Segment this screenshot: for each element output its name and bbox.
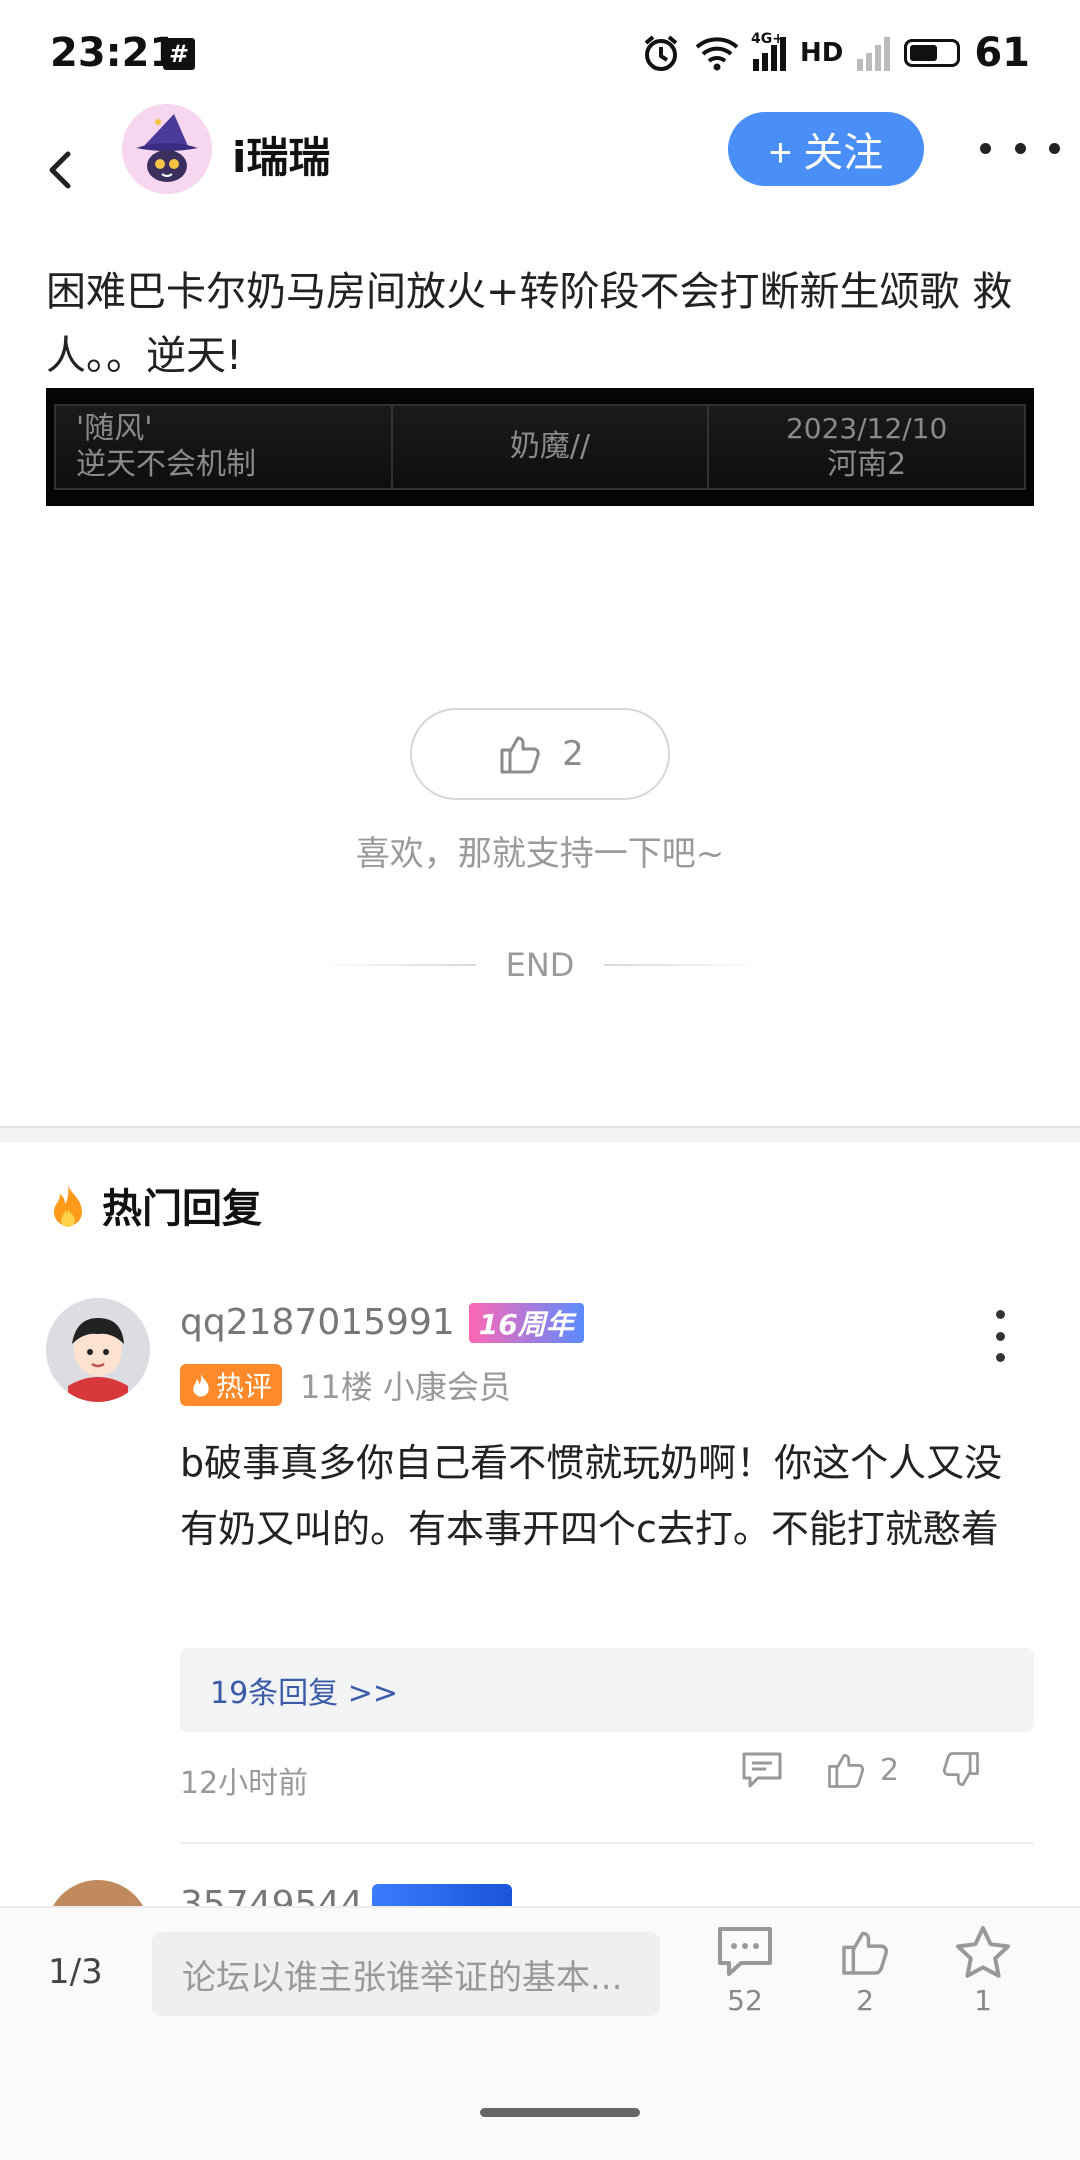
author-avatar[interactable] [122,104,212,194]
more-dot-icon [995,1353,1005,1362]
thumbs-up-icon [500,736,540,774]
game-class-cell: 奶魔// [393,406,710,488]
more-dot-icon [995,1331,1005,1341]
star-icon [956,1926,1010,1978]
comment-icon [742,1752,782,1788]
post-like-count: 2 [562,734,584,774]
hot-replies-header: 热门回复 [48,1176,262,1234]
more-dot-icon [995,1310,1005,1319]
comment-icon [718,1927,772,1976]
hd-icon: HD [799,38,844,68]
thumbs-up-icon [842,1931,889,1975]
battery-level: 61 [974,30,1030,76]
more-dot-icon [980,142,991,154]
thumbs-up-icon [828,1753,865,1788]
game-date-cell: 2023/12/10 河南2 [709,406,1024,488]
bottom-like-count: 2 [856,1984,874,2017]
status-time: 23:21 [50,30,178,76]
cell-signal-4g: 4G+ [751,31,786,71]
comment-count: 52 [727,1984,763,2017]
more-options-button[interactable] [980,126,1060,170]
home-indicator[interactable] [480,2108,640,2117]
page-indicator[interactable]: 1/3 [48,1952,103,1992]
post-like-button[interactable]: 2 [410,708,670,800]
divider-line [604,964,765,966]
section-divider [0,1126,1080,1142]
game-player-name: '随风' [76,411,153,446]
comment-body: b破事真多你自己看不惯就玩奶啊！你这个人又没有奶又叫的。有本事开四个c去打。不能… [180,1441,1003,1551]
alarm-icon [644,35,678,71]
comments-button[interactable]: 52 [700,1924,790,2017]
comment-actions: 2 [740,1748,983,1792]
witch-cat-avatar-icon [122,104,212,194]
status-icons: 4G+ HD 61 [641,30,1030,76]
cartoon-boy-avatar-icon [46,1298,150,1402]
game-class-name: 奶魔// [509,429,591,464]
view-replies-link[interactable]: 19条回复 >> [180,1648,1034,1732]
end-marker: END [0,946,1080,984]
more-dot-icon [1049,142,1060,154]
post-content: 困难巴卡尔奶马房间放火+转阶段不会打断新生颂歌 救人。。逆天! [46,269,1013,379]
anniversary-badge: 16周年 [468,1302,584,1343]
game-player-title: 逆天不会机制 [76,447,256,482]
comment-meta: 热评 11楼 小康会员 [180,1362,511,1408]
bottom-like-button[interactable]: 2 [820,1924,910,2017]
bottom-action-bar: 1/3 论坛以谁主张谁举证的基本... 52 2 1 [0,1906,1080,2160]
next-comment-peek: 35749544 [0,1870,1080,1910]
support-prompt: 喜欢，那就支持一下吧~ [355,834,725,874]
hot-replies-title: 热门回复 [102,1186,262,1232]
thumbs-down-icon [943,1752,979,1787]
wifi-icon [695,37,739,71]
game-screenshot[interactable]: '随风' 逆天不会机制 奶魔// 2023/12/10 河南2 [46,388,1034,506]
battery-icon [904,39,961,67]
back-button[interactable] [36,144,88,196]
flame-icon [193,1373,209,1397]
flame-icon [54,1184,82,1227]
comment-separator [180,1842,1034,1844]
comment-more-button[interactable] [980,1310,1020,1362]
comment-time: 12小时前 [180,1766,309,1801]
status-bar: 23:21 # 4G+ HD 61 [0,0,1080,104]
commenter-name[interactable]: qq2187015991 [180,1302,455,1343]
reply-button[interactable] [740,1750,784,1790]
commenter-header: qq2187015991 16周年 [180,1302,584,1343]
comment-dislike-button[interactable] [939,1748,983,1792]
favorite-button[interactable]: 1 [938,1924,1028,2017]
hot-comment-badge: 热评 [180,1364,283,1406]
comment-floor-info: 11楼 小康会员 [300,1368,511,1406]
cell-signal-2 [857,35,891,71]
chevron-left-icon [49,151,71,189]
end-label: END [505,946,575,984]
post-header: i瑞瑞 + 关注 [0,104,1080,236]
comment-like-button[interactable]: 2 [824,1748,899,1792]
author-name[interactable]: i瑞瑞 [232,124,330,185]
game-player-cell: '随风' 逆天不会机制 [56,406,393,488]
comment-like-count: 2 [880,1752,900,1788]
game-server: 河南2 [827,447,907,482]
more-dot-icon [1014,142,1026,154]
hot-comment-label: 热评 [216,1370,273,1403]
network-type: 4G+ [750,31,784,47]
game-date: 2023/12/10 [785,412,948,445]
game-info-row: '随风' 逆天不会机制 奶魔// 2023/12/10 河南2 [54,404,1026,490]
comment-input[interactable]: 论坛以谁主张谁举证的基本... [152,1932,660,2016]
commenter-avatar[interactable] [46,1298,150,1402]
favorite-count: 1 [974,1984,992,2017]
divider-line [315,964,476,966]
notification-icon: # [163,38,195,70]
follow-button[interactable]: + 关注 [728,112,924,186]
